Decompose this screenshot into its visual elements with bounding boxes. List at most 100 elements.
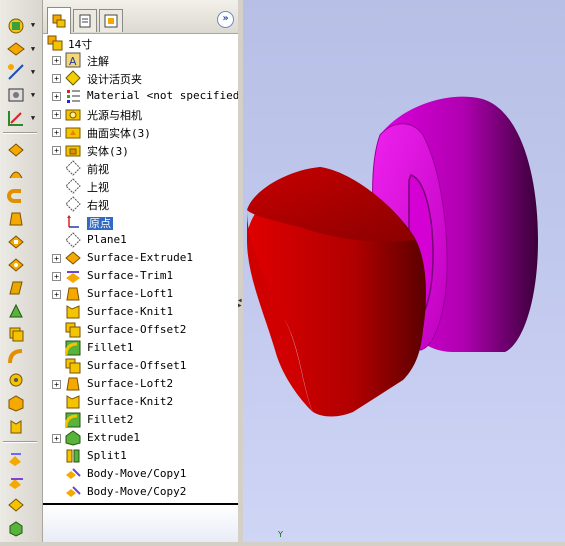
annotation-icon: A [65,52,81,68]
dimension-icon[interactable] [4,107,28,129]
expand-icon[interactable]: + [52,433,61,443]
tree-item-top-plane[interactable]: 上视 [43,177,236,195]
dome-icon[interactable] [4,494,28,516]
expand-icon[interactable]: + [52,73,61,83]
cut-revolve-icon[interactable] [4,254,28,276]
surface-knit-icon [65,394,81,410]
tree-item-surface-loft2[interactable]: + Surface-Loft2 [43,375,236,393]
cut-extrude-icon[interactable] [4,231,28,253]
tree-item-surface-trim1[interactable]: + Surface-Trim1 [43,267,236,285]
tree-item-split1[interactable]: Split1 [43,447,236,465]
tab-property-manager[interactable] [73,9,97,32]
fillet-icon[interactable] [4,300,28,322]
tree-item-surface-offset1[interactable]: Surface-Offset1 [43,357,236,375]
move-face-icon[interactable] [4,471,28,493]
draft-icon[interactable] [4,392,28,414]
split-icon [65,448,81,464]
rib-icon[interactable] [4,346,28,368]
expand-icon[interactable]: + [52,55,61,65]
fillet-icon [65,412,81,428]
tree-item-fillet2[interactable]: Fillet2 [43,411,236,429]
tree-item-surface-extrude1[interactable]: + Surface-Extrude1 [43,249,236,267]
left-command-toolbar: ▼ ▼ ▼ ▼ ▼ [0,0,43,542]
tree-root[interactable]: 14寸 [43,34,236,52]
chevron-down-icon[interactable]: ▼ [28,84,38,106]
reference-geometry-icon[interactable] [4,84,28,106]
fillet-icon [65,340,81,356]
panel-tab-bar: » [43,0,238,34]
loft-icon[interactable] [4,208,28,230]
tree-item-design-binder[interactable]: + 设计活页夹 [43,69,236,87]
configuration-icon [104,14,118,28]
part-icon [47,35,63,51]
tree-item-fillet1[interactable]: Fillet1 [43,339,236,357]
surface-offset-icon [65,358,81,374]
expand-icon[interactable]: + [52,289,61,299]
mirror-icon[interactable] [4,415,28,437]
feature-tree: 14寸 + A 注解 + 设计活页夹 + Material <not speci… [43,34,246,504]
expand-icon[interactable]: + [52,379,61,389]
toolbar-divider [3,132,37,134]
plane-icon [65,196,81,212]
tree-item-surface-offset2[interactable]: Surface-Offset2 [43,321,236,339]
tree-item-body-move-copy2[interactable]: Body-Move/Copy2 [43,483,236,501]
material-icon [65,88,81,104]
tree-item-surface-knit2[interactable]: Surface-Knit2 [43,393,236,411]
feature-manager-panel: » 14寸 + A 注解 + 设计活页夹 + Material <not spe… [43,0,246,542]
toolbar-divider [3,441,37,443]
chevron-down-icon[interactable]: ▼ [28,14,38,36]
rebuild-icon[interactable] [4,14,28,36]
origin-icon [65,214,81,230]
tree-item-solid-bodies[interactable]: + 实体(3) [43,141,236,159]
graphics-viewport[interactable]: Y [243,0,565,542]
revolve-icon[interactable] [4,162,28,184]
surface-bodies-folder-icon [65,124,81,140]
tree-item-right-plane[interactable]: 右视 [43,195,236,213]
tree-item-extrude1[interactable]: + Extrude1 [43,429,236,447]
extrude-icon[interactable] [4,38,28,60]
plane-icon [65,160,81,176]
tree-item-body-move-copy1[interactable]: Body-Move/Copy1 [43,465,236,483]
property-sheet-icon [79,14,91,28]
pattern-icon[interactable] [4,448,28,470]
sweep-icon[interactable] [4,185,28,207]
combine-icon[interactable] [4,517,28,539]
surface-loft-icon [65,376,81,392]
tree-item-surface-knit1[interactable]: Surface-Knit1 [43,303,236,321]
expand-icon[interactable]: + [52,253,61,263]
expand-icon[interactable]: + [52,145,61,155]
expand-icon[interactable]: + [52,271,61,281]
model-view[interactable] [243,0,565,542]
tree-item-front-plane[interactable]: 前视 [43,159,236,177]
chevron-down-icon[interactable]: ▼ [28,61,38,83]
tree-item-annotations[interactable]: + A 注解 [43,51,236,69]
tree-item-surface-bodies[interactable]: + 曲面实体(3) [43,123,236,141]
tree-item-plane1[interactable]: Plane1 [43,231,236,249]
hole-icon[interactable] [4,369,28,391]
sketch-icon[interactable] [4,61,28,83]
surface-knit-icon [65,304,81,320]
chevron-down-icon[interactable]: ▼ [28,38,38,60]
expand-icon[interactable]: + [52,109,61,119]
body-move-icon [65,466,81,482]
panel-empty-area [43,505,238,542]
surface-icon[interactable] [4,277,28,299]
expand-icon[interactable]: + [52,127,61,137]
shell-icon[interactable] [4,323,28,345]
feature-tree-icon [52,14,66,28]
surface-offset-icon [65,322,81,338]
extrude-icon [65,430,81,446]
part-name: 14寸 [68,38,93,51]
boss-extrude-icon[interactable] [4,139,28,161]
surface-trim-icon [65,268,81,284]
tree-item-surface-loft1[interactable]: + Surface-Loft1 [43,285,236,303]
tree-item-origin[interactable]: 原点 [43,213,236,231]
tree-item-material[interactable]: + Material <not specified> [43,87,246,105]
expand-icon[interactable]: + [52,91,61,101]
tab-feature-manager[interactable] [47,7,71,34]
collapse-panel-button[interactable]: » [217,11,234,28]
lights-folder-icon [65,106,81,122]
tree-item-lights-cameras[interactable]: + 光源与相机 [43,105,236,123]
chevron-down-icon[interactable]: ▼ [28,107,38,129]
tab-configuration-manager[interactable] [99,9,123,32]
